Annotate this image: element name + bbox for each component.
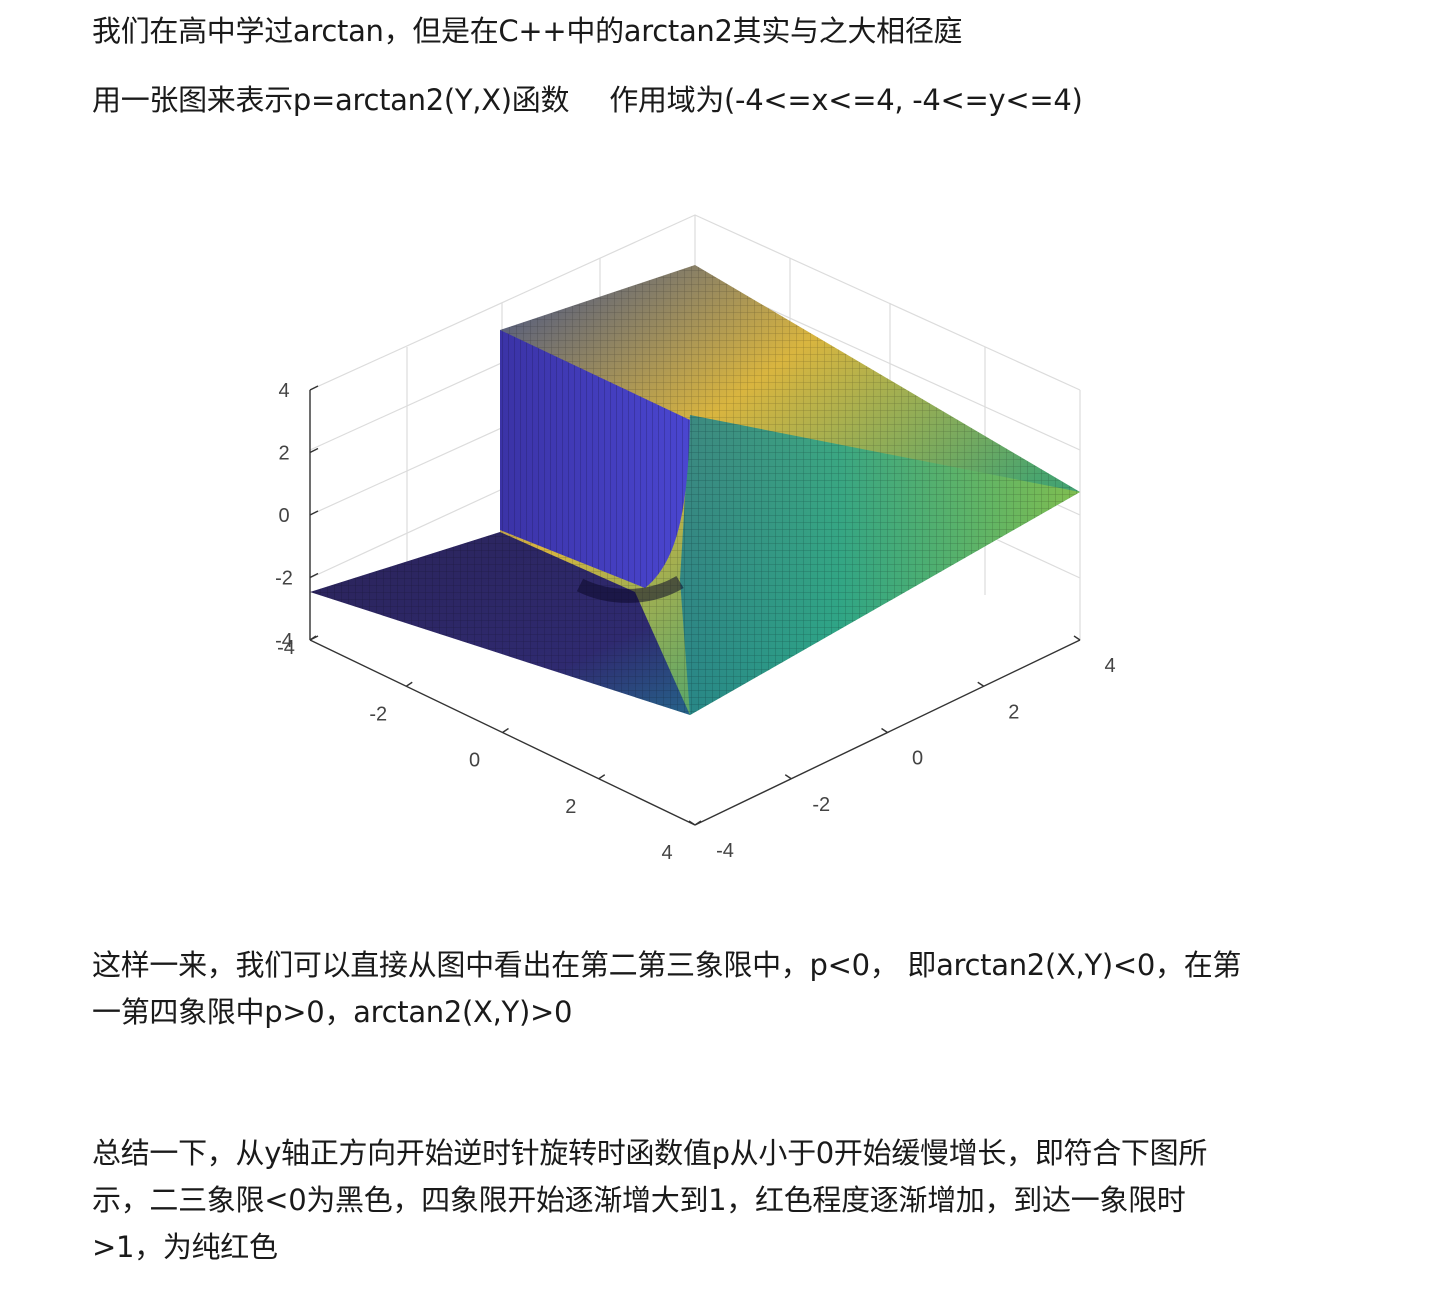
- paragraph-intro: 我们在高中学过arctan，但是在C++中的arctan2其实与之大相径庭: [92, 8, 963, 55]
- z-tick-label: 2: [278, 443, 289, 465]
- paragraph-quadrant-line-1: 这样一来，我们可以直接从图中看出在第二第三象限中，p<0， 即arctan2(X…: [92, 948, 1242, 982]
- y-tick-label: 2: [1008, 701, 1019, 723]
- z-tick-label: -2: [275, 568, 293, 590]
- x-tick-label: -4: [277, 637, 295, 659]
- x-tick-mark: [405, 681, 413, 687]
- y-tick-label: -4: [716, 840, 734, 862]
- y-tick-mark: [1073, 635, 1081, 641]
- arctan2-surface-plot: 4 2 0 -2 -4 -4 -2 0 2 4 -4 -2 0 2 4: [250, 200, 1130, 870]
- z-tick-label: 4: [278, 380, 289, 402]
- x-tick-label: 4: [661, 842, 672, 864]
- paragraph-intro-text: 我们在高中学过arctan，但是在C++中的arctan2其实与之大相径庭: [92, 14, 963, 48]
- y-tick-label: 4: [1104, 655, 1115, 677]
- z-tick-mark: [309, 385, 319, 391]
- z-tick-mark: [309, 510, 319, 516]
- x-tick-label: -2: [369, 703, 387, 725]
- y-tick-label: -2: [812, 794, 830, 816]
- y-tick-label: 0: [912, 748, 923, 770]
- paragraph-quadrant-sign: 这样一来，我们可以直接从图中看出在第二第三象限中，p<0， 即arctan2(X…: [92, 942, 1241, 1036]
- caption-domain: 作用域为(-4<=x<=4, -4<=y<=4): [609, 83, 1083, 117]
- y-tick-mark: [784, 774, 792, 780]
- paragraph-summary-line-3: >1，为纯红色: [92, 1230, 278, 1264]
- x-tick-mark: [598, 774, 606, 780]
- paragraph-quadrant-line-2: 一第四象限中p>0，arctan2(X,Y)>0: [92, 995, 573, 1029]
- caption-function: 用一张图来表示p=arctan2(Y,X)函数: [92, 83, 570, 117]
- paragraph-figure-caption: 用一张图来表示p=arctan2(Y,X)函数 作用域为(-4<=x<=4, -4…: [92, 77, 1083, 124]
- paragraph-summary-line-2: 示，二三象限<0为黑色，四象限开始逐渐增大到1，红色程度逐渐增加，到达一象限时: [92, 1183, 1186, 1217]
- x-tick-mark: [502, 727, 509, 734]
- y-tick-mark: [977, 681, 985, 687]
- z-tick-label: 0: [278, 505, 289, 527]
- paragraph-summary: 总结一下，从y轴正方向开始逆时针旋转时函数值p从小于0开始缓慢增长，即符合下图所…: [92, 1130, 1207, 1271]
- paragraph-summary-line-1: 总结一下，从y轴正方向开始逆时针旋转时函数值p从小于0开始缓慢增长，即符合下图所: [92, 1136, 1208, 1170]
- y-tick-mark: [881, 727, 888, 734]
- x-tick-label: 0: [469, 750, 480, 772]
- surface: [310, 265, 1080, 715]
- surface-plot-svg: 420-2-4-4-2024 -4-2024: [275, 214, 1116, 864]
- x-tick-label: 2: [565, 796, 576, 818]
